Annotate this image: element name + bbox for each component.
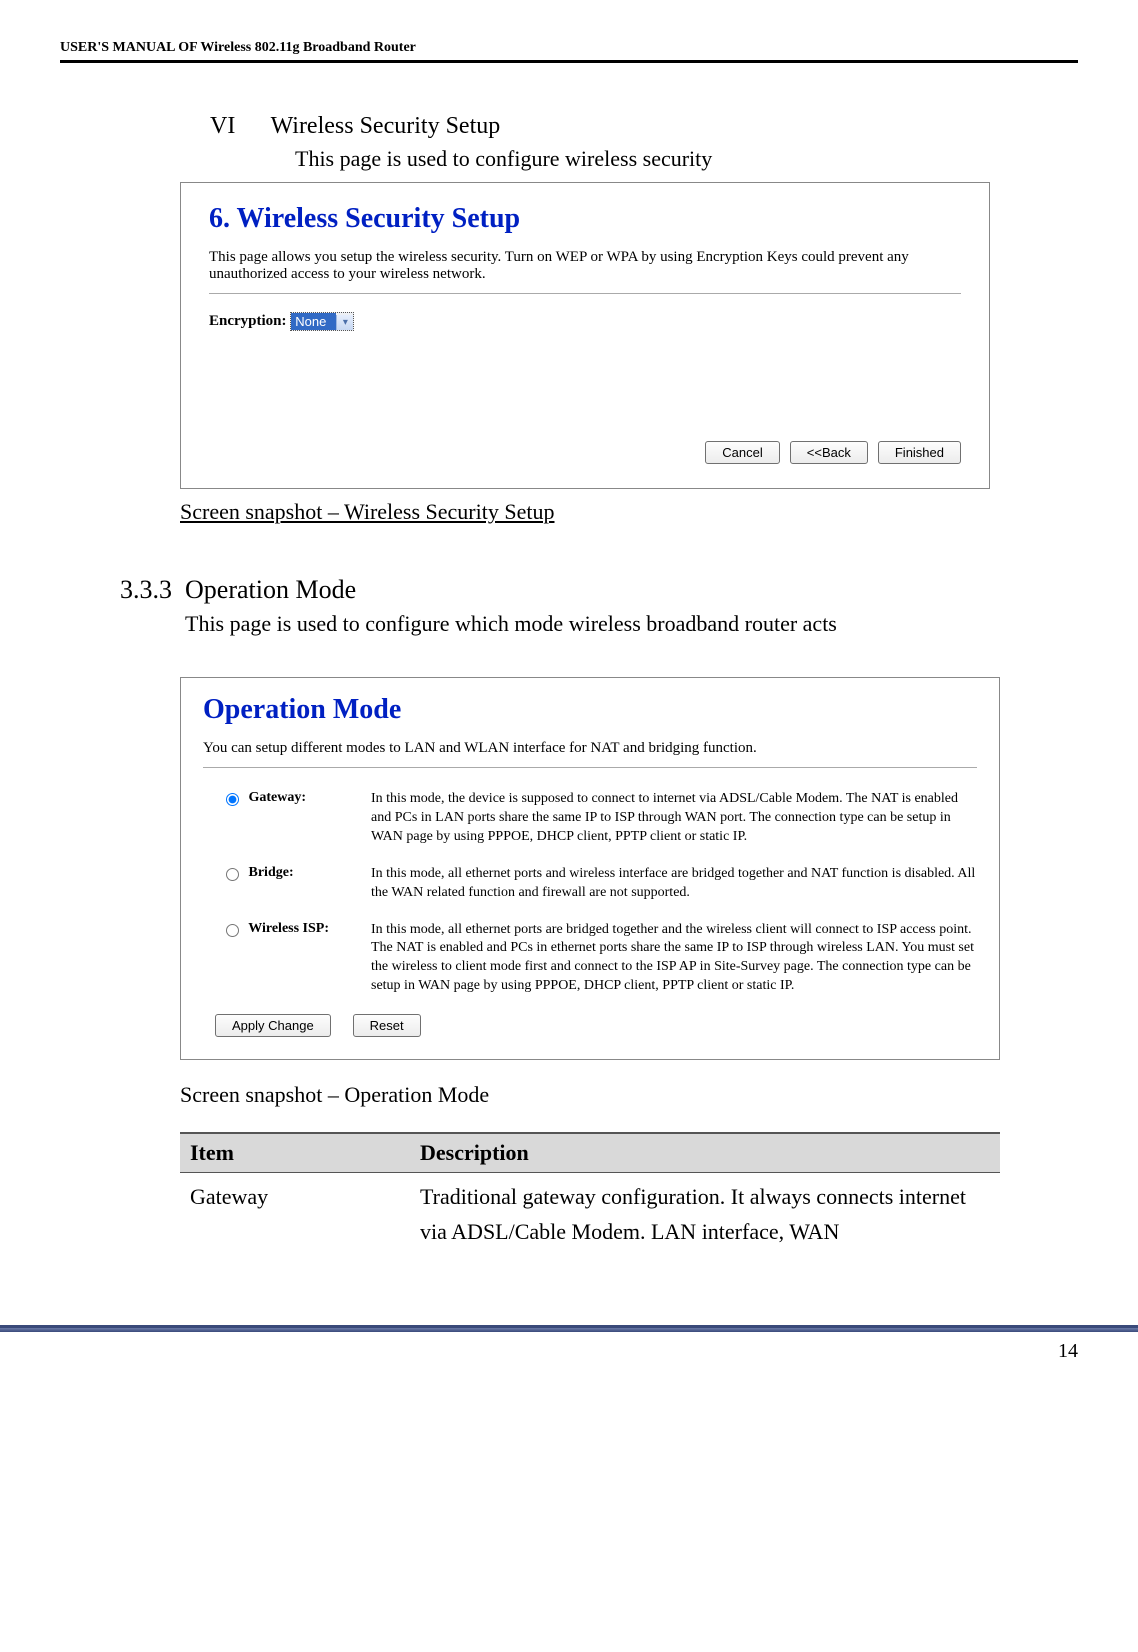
- op-panel-desc: You can setup different modes to LAN and…: [203, 740, 977, 768]
- section-vi-title: Wireless Security Setup: [271, 113, 501, 139]
- apply-change-button[interactable]: Apply Change: [215, 1014, 331, 1037]
- wireless-security-panel: 6. Wireless Security Setup This page all…: [180, 182, 990, 489]
- radio-bridge[interactable]: [226, 868, 239, 881]
- back-button[interactable]: <<Back: [790, 441, 868, 464]
- screenshot-caption-2: Screen snapshot – Operation Mode: [180, 1082, 1078, 1108]
- section-333-title: Operation Mode: [185, 575, 356, 604]
- op-text-wisp: In this mode, all ethernet ports are bri…: [371, 921, 977, 997]
- td-item-gateway: Gateway: [180, 1173, 410, 1256]
- op-label-bridge: Bridge:: [249, 865, 294, 880]
- th-item: Item: [180, 1133, 410, 1173]
- op-row-gateway: Gateway: In this mode, the device is sup…: [203, 790, 977, 847]
- footer-rule: [0, 1325, 1138, 1332]
- op-text-bridge: In this mode, all ethernet ports and wir…: [371, 865, 977, 903]
- th-description: Description: [410, 1133, 1000, 1173]
- encryption-value: None: [291, 313, 336, 330]
- panel6-desc: This page allows you setup the wireless …: [209, 249, 961, 294]
- encryption-label: Encryption:: [209, 313, 287, 329]
- op-row-bridge: Bridge: In this mode, all ethernet ports…: [203, 865, 977, 903]
- op-label-gateway: Gateway:: [249, 790, 307, 805]
- section-vi-intro: This page is used to configure wireless …: [295, 146, 1078, 172]
- section-vi-num: VI: [210, 113, 265, 140]
- operation-mode-panel: Operation Mode You can setup different m…: [180, 677, 1000, 1060]
- radio-wireless-isp[interactable]: [226, 924, 239, 937]
- radio-gateway[interactable]: [226, 793, 239, 806]
- cancel-button[interactable]: Cancel: [705, 441, 779, 464]
- description-table: Item Description Gateway Traditional gat…: [180, 1132, 1000, 1255]
- page-number: 14: [0, 1332, 1138, 1393]
- reset-button[interactable]: Reset: [353, 1014, 421, 1037]
- section-vi-heading: VI Wireless Security Setup: [210, 113, 1078, 140]
- table-row: Gateway Traditional gateway configuratio…: [180, 1173, 1000, 1256]
- screenshot-caption-1: Screen snapshot – Wireless Security Setu…: [180, 499, 1078, 525]
- finished-button[interactable]: Finished: [878, 441, 961, 464]
- td-desc-gateway: Traditional gateway configuration. It al…: [410, 1173, 1000, 1256]
- op-label-wisp: Wireless ISP:: [248, 921, 329, 936]
- section-333-intro: This page is used to configure which mod…: [185, 611, 1078, 637]
- running-header: USER'S MANUAL OF Wireless 802.11g Broadb…: [60, 40, 1078, 63]
- op-row-wisp: Wireless ISP: In this mode, all ethernet…: [203, 921, 977, 997]
- section-333-num: 3.3.3: [120, 575, 172, 604]
- panel6-title: 6. Wireless Security Setup: [209, 203, 961, 235]
- encryption-select[interactable]: None▾: [290, 312, 354, 331]
- op-panel-title: Operation Mode: [203, 694, 977, 726]
- chevron-down-icon: ▾: [336, 315, 353, 330]
- section-333-heading: 3.3.3 Operation Mode: [120, 575, 1078, 605]
- op-text-gateway: In this mode, the device is supposed to …: [371, 790, 977, 847]
